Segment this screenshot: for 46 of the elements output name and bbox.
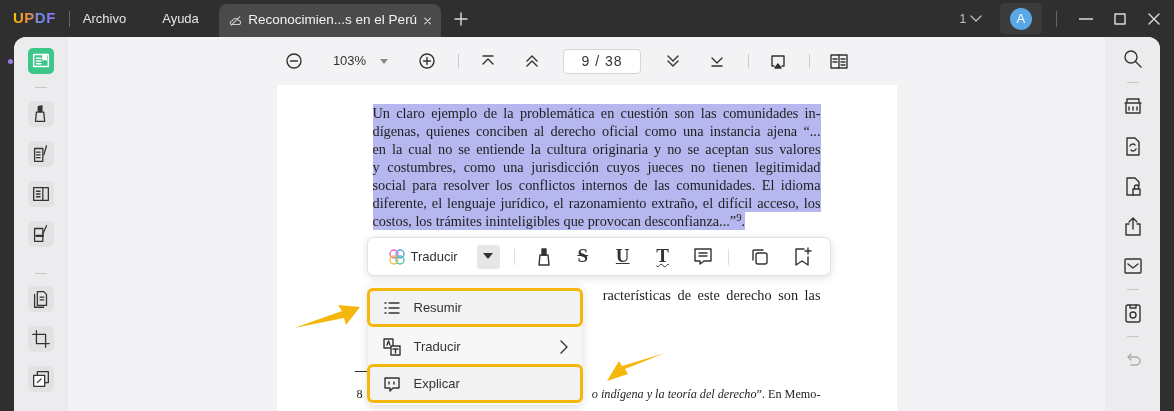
- menu-item[interactable]: Resumir: [367, 289, 582, 326]
- close-icon[interactable]: [1147, 12, 1160, 25]
- minimize-icon[interactable]: [1078, 17, 1093, 20]
- caret-down-icon[interactable]: [483, 253, 494, 260]
- tool-button[interactable]: [28, 221, 54, 247]
- zoom-level[interactable]: 103%: [332, 51, 367, 71]
- tool-button[interactable]: [28, 181, 54, 207]
- search-icon[interactable]: [1121, 48, 1144, 70]
- tab-title: Reconocimien...s en el Perú: [248, 11, 418, 30]
- tool-button[interactable]: [28, 286, 54, 312]
- cloud-off-icon: [228, 13, 242, 28]
- crop-icon: [30, 328, 52, 350]
- document-tab[interactable]: Reconocimien...s en el Perú: [218, 4, 441, 37]
- window-count: 1: [959, 9, 967, 28]
- zoom-in-icon[interactable]: [417, 51, 438, 71]
- two-page-icon[interactable]: [829, 51, 850, 71]
- tool-button[interactable]: [28, 326, 54, 352]
- tool-button[interactable]: [28, 141, 54, 167]
- footnote-text: o indígena y la teoría del derecho”. En Memo-: [591, 386, 821, 403]
- layers-icon: [30, 368, 52, 390]
- zoom-out-icon[interactable]: [283, 51, 304, 71]
- menu-item[interactable]: Traducir: [367, 328, 582, 365]
- menu-item[interactable]: Archivo: [82, 8, 127, 29]
- page-number-field[interactable]: 9 / 38: [563, 48, 642, 74]
- format-button[interactable]: U: [610, 243, 635, 270]
- mail-icon[interactable]: [1121, 255, 1144, 277]
- avatar: A: [1009, 7, 1032, 30]
- footnote-number: 8: [356, 386, 363, 403]
- chevron-right-icon: [559, 339, 568, 354]
- tool-button[interactable]: [28, 101, 54, 127]
- plus-icon[interactable]: [453, 12, 468, 27]
- close-icon[interactable]: [423, 15, 431, 26]
- flower-icon: [387, 247, 406, 266]
- maximize-icon[interactable]: [1113, 12, 1126, 25]
- translate-icon: [381, 336, 402, 357]
- format-button[interactable]: S: [570, 243, 595, 270]
- menu-item[interactable]: Ayuda: [162, 8, 199, 29]
- scanner-icon[interactable]: [1121, 95, 1144, 117]
- indicator-dot-icon: [8, 59, 13, 64]
- chevron-down-icon[interactable]: [969, 15, 982, 24]
- text-line: racterísticas de este derecho son las: [602, 286, 821, 304]
- annotation-arrow: [604, 351, 667, 383]
- menu-item[interactable]: Explicar: [367, 365, 582, 402]
- format-button[interactable]: T: [650, 243, 675, 270]
- tool-button[interactable]: [28, 366, 54, 392]
- translate-button[interactable]: Traducir: [387, 243, 458, 270]
